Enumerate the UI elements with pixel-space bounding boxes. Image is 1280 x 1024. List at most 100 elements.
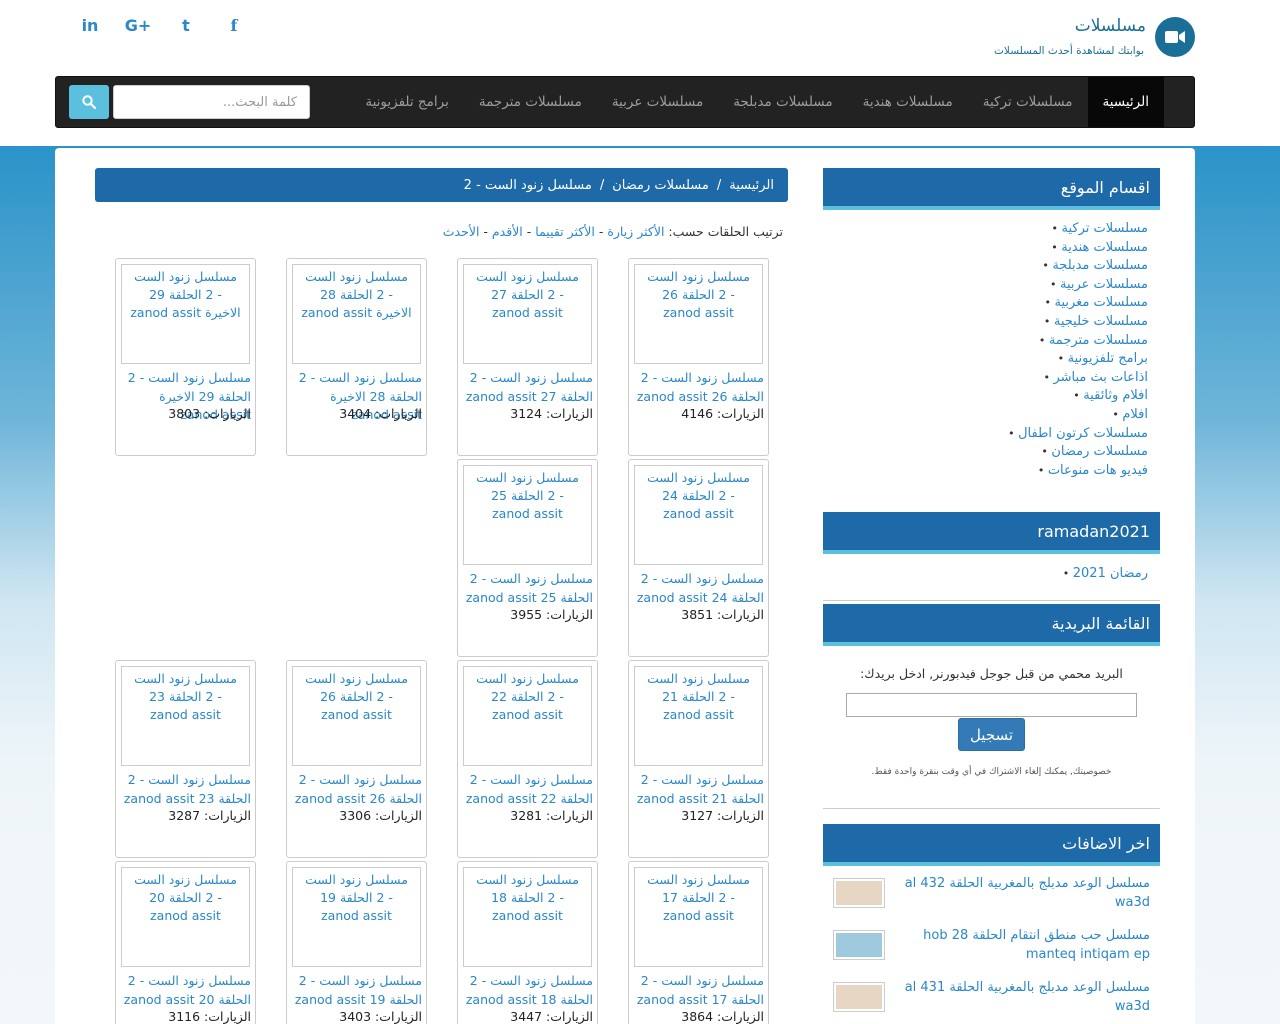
sort-option[interactable]: الأقدم	[492, 224, 523, 239]
email-field[interactable]	[846, 693, 1137, 717]
episode-thumbnail[interactable]: مسلسل زنود الست - 2 الحلقة 20 zanod assi…	[121, 867, 250, 967]
episode-card[interactable]: مسلسل زنود الست - 2 الحلقة 24 zanod assi…	[628, 459, 769, 657]
recent-link[interactable]: مسلسل حب منطق انتقام الحلقة 28 hob mante…	[897, 926, 1150, 964]
episode-thumbnail[interactable]: مسلسل زنود الست - 2 الحلقة 25 zanod assi…	[463, 465, 592, 565]
category-link[interactable]: مسلسلات تركية	[823, 220, 1148, 239]
episode-card[interactable]: مسلسل زنود الست - 2 الحلقة 23 zanod assi…	[115, 660, 256, 858]
breadcrumb-item[interactable]: مسلسلات رمضان	[612, 178, 709, 193]
nav-item[interactable]: مسلسلات هندية	[848, 77, 968, 127]
nav-item[interactable]: مسلسلات تركية	[968, 77, 1088, 127]
episode-card[interactable]: مسلسل زنود الست - 2 الحلقة 26 zanod assi…	[286, 660, 427, 858]
sort-option[interactable]: الأحدث	[443, 224, 480, 239]
category-link[interactable]: مسلسلات مدبلجة	[823, 257, 1148, 276]
recent-thumbnail[interactable]	[833, 878, 885, 908]
episode-thumbnail[interactable]: مسلسل زنود الست - 2 الحلقة 23 zanod assi…	[121, 666, 250, 766]
thumbnail-alt-text[interactable]: مسلسل زنود الست - 2 الحلقة 28 الاخيرة za…	[301, 269, 411, 320]
search-input[interactable]	[113, 85, 310, 119]
sort-option[interactable]: الأكثر زيارة	[607, 224, 664, 239]
episode-thumbnail[interactable]: مسلسل زنود الست - 2 الحلقة 17 zanod assi…	[634, 867, 763, 967]
subscribe-button[interactable]: تسجيل	[958, 718, 1025, 751]
logo[interactable]	[1155, 17, 1195, 57]
episode-title[interactable]: مسلسل زنود الست - 2 الحلقة 19 zanod assi…	[290, 972, 422, 1009]
category-link[interactable]: افلام وثائقية	[823, 387, 1148, 406]
episode-card[interactable]: مسلسل زنود الست - 2 الحلقة 19 zanod assi…	[286, 861, 427, 1024]
episode-title[interactable]: مسلسل زنود الست - 2 الحلقة 17 zanod assi…	[632, 972, 764, 1009]
category-link[interactable]: افلام	[823, 406, 1148, 425]
category-link[interactable]: فيديو هات منوعات	[823, 462, 1148, 481]
category-link[interactable]: مسلسلات عربية	[823, 276, 1148, 295]
episode-card[interactable]: مسلسل زنود الست - 2 الحلقة 26 zanod assi…	[628, 258, 769, 456]
episode-card[interactable]: مسلسل زنود الست - 2 الحلقة 28 الاخيرة za…	[286, 258, 427, 456]
recent-thumbnail[interactable]	[833, 930, 885, 960]
thumbnail-alt-text[interactable]: مسلسل زنود الست - 2 الحلقة 24 zanod assi…	[647, 470, 750, 521]
thumbnail-alt-text[interactable]: مسلسل زنود الست - 2 الحلقة 29 الاخيرة za…	[130, 269, 240, 320]
episode-card[interactable]: مسلسل زنود الست - 2 الحلقة 27 zanod assi…	[457, 258, 598, 456]
nav-item[interactable]: مسلسلات مدبلجة	[718, 77, 847, 127]
ramadan-link[interactable]: رمضان 2021	[823, 565, 1148, 584]
category-link[interactable]: اذاعات بث مباشر	[823, 369, 1148, 388]
episode-title[interactable]: مسلسل زنود الست - 2 الحلقة 21 zanod assi…	[632, 771, 764, 808]
episode-card[interactable]: مسلسل زنود الست - 2 الحلقة 21 zanod assi…	[628, 660, 769, 858]
nav-item[interactable]: الرئيسية	[1087, 77, 1164, 127]
facebook-icon[interactable]: f	[210, 16, 258, 35]
category-link[interactable]: برامج تلفزيونية	[823, 350, 1148, 369]
category-link[interactable]: مسلسلات هندية	[823, 239, 1148, 258]
episode-title[interactable]: مسلسل زنود الست - 2 الحلقة 23 zanod assi…	[119, 771, 251, 808]
episode-thumbnail[interactable]: مسلسل زنود الست - 2 الحلقة 28 الاخيرة za…	[292, 264, 421, 364]
search-button[interactable]	[69, 85, 109, 119]
recent-item[interactable]: مسلسل حب منطق انتقام الحلقة 28 hob mante…	[823, 924, 1160, 976]
nav-item[interactable]: برامج تلفزيونية	[350, 77, 464, 127]
thumbnail-alt-text[interactable]: مسلسل زنود الست - 2 الحلقة 19 zanod assi…	[305, 872, 408, 923]
recent-item[interactable]: مسلسل الوعد مدبلج بالمغربية الحلقة 431 a…	[823, 976, 1160, 1024]
category-link[interactable]: مسلسلات خليجية	[823, 313, 1148, 332]
episode-thumbnail[interactable]: مسلسل زنود الست - 2 الحلقة 26 zanod assi…	[634, 264, 763, 364]
episode-thumbnail[interactable]: مسلسل زنود الست - 2 الحلقة 26 zanod assi…	[292, 666, 421, 766]
thumbnail-alt-text[interactable]: مسلسل زنود الست - 2 الحلقة 25 zanod assi…	[476, 470, 579, 521]
episode-title[interactable]: مسلسل زنود الست - 2 الحلقة 18 zanod assi…	[461, 972, 593, 1009]
episode-title[interactable]: مسلسل زنود الست - 2 الحلقة 24 zanod assi…	[632, 570, 764, 607]
category-link[interactable]: مسلسلات كرتون اطفال	[823, 425, 1148, 444]
episode-thumbnail[interactable]: مسلسل زنود الست - 2 الحلقة 24 zanod assi…	[634, 465, 763, 565]
episode-card[interactable]: مسلسل زنود الست - 2 الحلقة 22 zanod assi…	[457, 660, 598, 858]
recent-thumbnail[interactable]	[833, 982, 885, 1012]
episode-card[interactable]: مسلسل زنود الست - 2 الحلقة 20 zanod assi…	[115, 861, 256, 1024]
thumbnail-alt-text[interactable]: مسلسل زنود الست - 2 الحلقة 21 zanod assi…	[647, 671, 750, 722]
breadcrumb-item[interactable]: الرئيسية	[729, 178, 774, 193]
episode-title[interactable]: مسلسل زنود الست - 2 الحلقة 20 zanod assi…	[119, 972, 251, 1009]
thumbnail-alt-text[interactable]: مسلسل زنود الست - 2 الحلقة 23 zanod assi…	[134, 671, 237, 722]
sort-option[interactable]: الأكثر تقييما	[535, 224, 595, 239]
nav-item[interactable]: مسلسلات مترجمة	[464, 77, 597, 127]
episode-thumbnail[interactable]: مسلسل زنود الست - 2 الحلقة 19 zanod assi…	[292, 867, 421, 967]
thumbnail-alt-text[interactable]: مسلسل زنود الست - 2 الحلقة 22 zanod assi…	[476, 671, 579, 722]
recent-link[interactable]: مسلسل الوعد مدبلج بالمغربية الحلقة 432 a…	[897, 874, 1150, 912]
category-link[interactable]: مسلسلات مترجمة	[823, 332, 1148, 351]
google-plus-icon[interactable]: G+	[114, 16, 162, 35]
episode-thumbnail[interactable]: مسلسل زنود الست - 2 الحلقة 22 zanod assi…	[463, 666, 592, 766]
episode-thumbnail[interactable]: مسلسل زنود الست - 2 الحلقة 29 الاخيرة za…	[121, 264, 250, 364]
twitter-icon[interactable]: t	[162, 16, 210, 35]
site-title[interactable]: مسلسلات	[1075, 16, 1146, 36]
thumbnail-alt-text[interactable]: مسلسل زنود الست - 2 الحلقة 18 zanod assi…	[476, 872, 579, 923]
nav-item[interactable]: مسلسلات عربية	[597, 77, 718, 127]
category-link[interactable]: مسلسلات مغربية	[823, 294, 1148, 313]
episode-card[interactable]: مسلسل زنود الست - 2 الحلقة 18 zanod assi…	[457, 861, 598, 1024]
category-link[interactable]: مسلسلات رمضان	[823, 443, 1148, 462]
thumbnail-alt-text[interactable]: مسلسل زنود الست - 2 الحلقة 20 zanod assi…	[134, 872, 237, 923]
thumbnail-alt-text[interactable]: مسلسل زنود الست - 2 الحلقة 26 zanod assi…	[647, 269, 750, 320]
episode-title[interactable]: مسلسل زنود الست - 2 الحلقة 26 zanod assi…	[632, 369, 764, 406]
thumbnail-alt-text[interactable]: مسلسل زنود الست - 2 الحلقة 27 zanod assi…	[476, 269, 579, 320]
recent-item[interactable]: مسلسل الوعد مدبلج بالمغربية الحلقة 432 a…	[823, 872, 1160, 924]
episode-title[interactable]: مسلسل زنود الست - 2 الحلقة 27 zanod assi…	[461, 369, 593, 406]
linkedin-icon[interactable]: in	[66, 16, 114, 35]
episode-title[interactable]: مسلسل زنود الست - 2 الحلقة 25 zanod assi…	[461, 570, 593, 607]
episode-card[interactable]: مسلسل زنود الست - 2 الحلقة 25 zanod assi…	[457, 459, 598, 657]
recent-link[interactable]: مسلسل الوعد مدبلج بالمغربية الحلقة 431 a…	[897, 978, 1150, 1016]
thumbnail-alt-text[interactable]: مسلسل زنود الست - 2 الحلقة 26 zanod assi…	[305, 671, 408, 722]
episode-card[interactable]: مسلسل زنود الست - 2 الحلقة 29 الاخيرة za…	[115, 258, 256, 456]
episode-thumbnail[interactable]: مسلسل زنود الست - 2 الحلقة 21 zanod assi…	[634, 666, 763, 766]
episode-thumbnail[interactable]: مسلسل زنود الست - 2 الحلقة 18 zanod assi…	[463, 867, 592, 967]
episode-title[interactable]: مسلسل زنود الست - 2 الحلقة 26 zanod assi…	[290, 771, 422, 808]
episode-thumbnail[interactable]: مسلسل زنود الست - 2 الحلقة 27 zanod assi…	[463, 264, 592, 364]
episode-card[interactable]: مسلسل زنود الست - 2 الحلقة 17 zanod assi…	[628, 861, 769, 1024]
thumbnail-alt-text[interactable]: مسلسل زنود الست - 2 الحلقة 17 zanod assi…	[647, 872, 750, 923]
